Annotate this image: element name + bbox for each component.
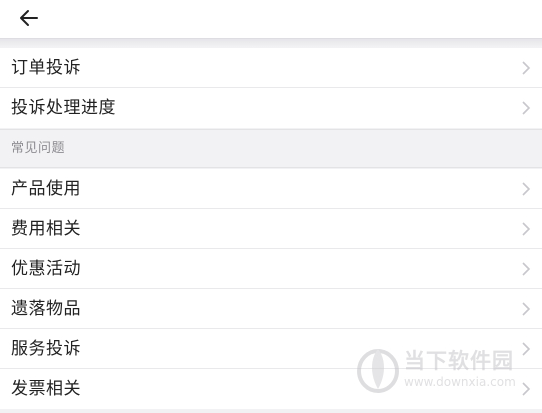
list-item-product-usage[interactable]: 产品使用 xyxy=(0,169,542,209)
back-button[interactable] xyxy=(14,5,44,31)
list-item-label: 产品使用 xyxy=(11,179,81,199)
faq-list: 产品使用 费用相关 优惠活动 遗落物品 服务投诉 发票相关 xyxy=(0,169,542,409)
list-item-promotions[interactable]: 优惠活动 xyxy=(0,249,542,289)
chevron-right-icon xyxy=(522,101,531,115)
section-header-faq: 常见问题 xyxy=(0,129,542,168)
list-item-order-complaint[interactable]: 订单投诉 xyxy=(0,48,542,88)
list-item-label: 遗落物品 xyxy=(11,299,81,319)
arrow-left-icon xyxy=(20,10,38,26)
list-item-label: 费用相关 xyxy=(11,219,81,239)
chevron-right-icon xyxy=(522,182,531,196)
list-item-fees[interactable]: 费用相关 xyxy=(0,209,542,249)
chevron-right-icon xyxy=(522,222,531,236)
list-item-invoice[interactable]: 发票相关 xyxy=(0,369,542,409)
header-divider xyxy=(0,39,542,47)
top-bar xyxy=(0,0,542,39)
chevron-right-icon xyxy=(522,61,531,75)
list-item-label: 服务投诉 xyxy=(11,339,81,359)
chevron-right-icon xyxy=(522,302,531,316)
chevron-right-icon xyxy=(522,262,531,276)
complaint-list: 订单投诉 投诉处理进度 xyxy=(0,48,542,128)
section-title: 常见问题 xyxy=(11,141,66,156)
list-item-complaint-progress[interactable]: 投诉处理进度 xyxy=(0,88,542,128)
list-item-label: 投诉处理进度 xyxy=(11,98,116,118)
list-item-label: 订单投诉 xyxy=(11,58,81,78)
list-item-lost-items[interactable]: 遗落物品 xyxy=(0,289,542,329)
chevron-right-icon xyxy=(522,342,531,356)
list-item-label: 优惠活动 xyxy=(11,259,81,279)
list-item-service-complaint[interactable]: 服务投诉 xyxy=(0,329,542,369)
chevron-right-icon xyxy=(522,382,531,396)
list-item-label: 发票相关 xyxy=(11,379,81,399)
